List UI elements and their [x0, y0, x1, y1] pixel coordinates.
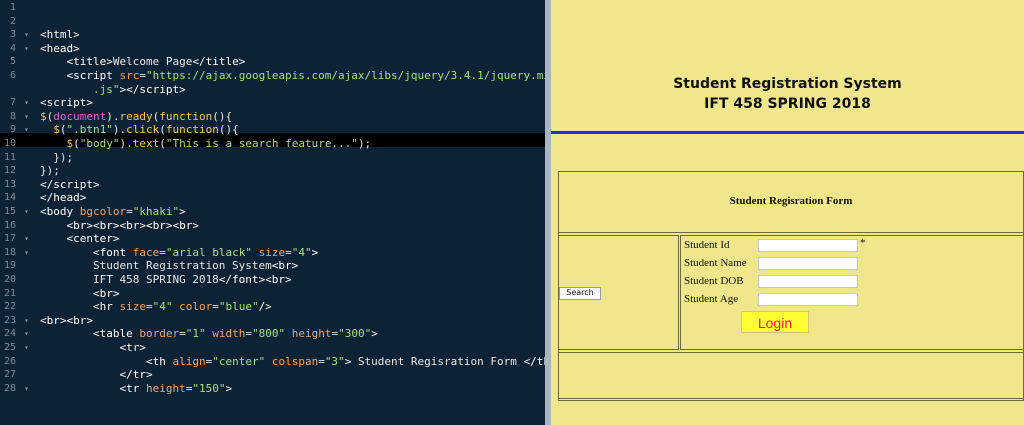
code-line[interactable]: .js"></script> [40, 83, 186, 97]
fold-arrow-icon: ▾ [24, 98, 29, 108]
code-line[interactable]: <head> [40, 42, 80, 56]
line-number: 5 [9, 56, 16, 68]
line-number: 6 [9, 70, 16, 81]
line-number: 11 [3, 151, 16, 163]
line-number: 16 [3, 219, 16, 231]
fold-arrow-icon: ▾ [24, 111, 29, 121]
code-editor[interactable]: 1 2 3 ▾ <html> 4 ▾ <head> 5 <title>Welcome Page<… [0, 0, 545, 425]
line-number: 10 [3, 138, 16, 149]
line-number: 22 [3, 301, 16, 313]
code-line[interactable]: <body bgcolor="khaki"> [40, 205, 186, 219]
code-line[interactable]: $(document).ready(function(){ [40, 110, 232, 124]
code-line[interactable]: <script> [40, 96, 93, 110]
page-title-line1: Student Registration System [673, 76, 902, 92]
fold-arrow-icon: ▾ [24, 43, 29, 53]
student-age-input[interactable] [758, 293, 858, 306]
line-number: 13 [3, 178, 16, 190]
code-line[interactable]: <br><br><br><br><br> [40, 219, 199, 233]
code-line[interactable]: <html> [40, 28, 80, 42]
student-name-label: Student Name [684, 257, 747, 269]
fold-arrow-icon: ▾ [24, 234, 29, 244]
student-age-label: Student Age [684, 293, 739, 305]
fold-arrow-icon: ▾ [24, 207, 29, 216]
line-number: 18 ▾ [3, 246, 29, 258]
line-number: 17 ▾ [3, 233, 29, 245]
fold-arrow-icon: ▾ [24, 343, 29, 352]
code-line[interactable]: }); [40, 164, 60, 178]
student-id-input[interactable] [758, 239, 858, 252]
line-number: 4 ▾ [9, 42, 29, 54]
fold-arrow-icon: ▾ [24, 30, 29, 40]
code-line[interactable]: <tr height="150"> [40, 382, 232, 396]
line-number: 12 [3, 165, 16, 177]
form-header: Student Regisration Form [729, 195, 853, 207]
page-title-line2: IFT 458 SPRING 2018 [704, 96, 871, 112]
line-number: 8 ▾ [9, 110, 29, 122]
fold-arrow-icon: ▾ [24, 383, 29, 393]
line-number: 27 [3, 369, 16, 381]
code-line[interactable]: <center> [40, 232, 120, 246]
student-name-input[interactable] [758, 257, 858, 270]
code-line[interactable]: <tr> [40, 341, 146, 355]
line-number: 15 ▾ [3, 206, 29, 217]
line-number: 28 ▾ [3, 382, 29, 394]
line-number: 21 [3, 287, 16, 299]
line-number: 23 ▾ [3, 314, 29, 326]
fold-arrow-icon: ▾ [24, 329, 29, 339]
code-line[interactable]: <br><br> [40, 314, 93, 328]
line-number: 3 ▾ [9, 29, 29, 41]
student-dob-input[interactable] [758, 275, 858, 288]
code-line[interactable]: <th align="center" colspan="3"> Student … [40, 355, 545, 369]
line-number: 9 ▾ [9, 124, 29, 136]
code-line[interactable]: $(".btn1").click(function(){ [40, 123, 238, 137]
preview-pane: Student Registration System IFT 458 SPRI… [551, 0, 1024, 425]
fold-arrow-icon: ▾ [24, 125, 29, 135]
horizontal-rule [551, 131, 1024, 134]
line-number: 14 [3, 192, 16, 204]
code-line[interactable]: <script src="https://ajax.googleapis.com… [40, 69, 546, 83]
code-line[interactable]: }); [40, 151, 73, 165]
code-line[interactable]: <font face="arial black" size="4"> [40, 246, 318, 260]
empty-row-cell [558, 352, 1024, 399]
code-line[interactable]: <hr size="4" color="blue"/> [40, 300, 272, 314]
line-number: 1 [9, 2, 16, 13]
required-mark: * [860, 237, 866, 249]
code-line[interactable]: <br> [40, 287, 120, 301]
code-line[interactable]: IFT 458 SPRING 2018</font><br> [40, 273, 292, 287]
code-line[interactable]: $("body").text("This is a search feature… [40, 137, 372, 151]
line-number: 20 [3, 274, 16, 285]
code-line[interactable]: </head> [40, 191, 86, 205]
line-number [0, 83, 30, 97]
line-number: 2 [9, 15, 16, 27]
code-line[interactable]: <title>Welcome Page</title> [40, 55, 246, 69]
code-line[interactable]: <table border="1" width="800" height="30… [40, 327, 378, 341]
line-number: 25 ▾ [3, 342, 29, 353]
code-line[interactable]: Student Registration System<br> [40, 259, 298, 273]
search-button[interactable]: Search [559, 287, 601, 300]
line-number: 26 [3, 355, 16, 367]
student-id-label: Student Id [684, 239, 730, 251]
line-number: 19 [3, 260, 16, 272]
code-line[interactable]: </script> [40, 178, 100, 192]
line-number: 7 ▾ [9, 97, 29, 109]
line-number: 24 ▾ [3, 328, 29, 340]
login-button[interactable]: Login [741, 311, 809, 333]
code-line[interactable]: </tr> [40, 368, 152, 382]
fold-arrow-icon: ▾ [24, 247, 29, 257]
student-dob-label: Student DOB [684, 275, 744, 287]
fold-arrow-icon: ▾ [24, 315, 29, 325]
